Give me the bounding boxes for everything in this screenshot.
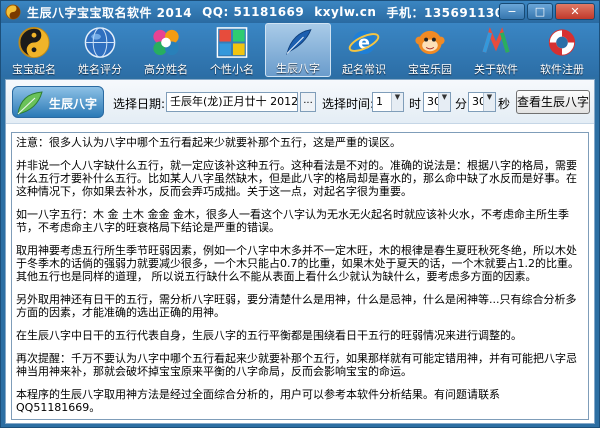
bazi-panel: 生辰八字 选择日期: 壬辰年(龙)正月廿十 2012-2-11 ... 选择时间… <box>5 79 595 424</box>
tool-nickname[interactable]: 个性小名 <box>199 23 265 77</box>
result-paragraph: 本程序的生辰八字取用神方法是经过全面综合分析的，用户可以参考本软件分析结果。有问… <box>16 388 500 414</box>
tool-baby-park[interactable]: 宝宝乐园 <box>397 23 463 77</box>
title-site: kxylw.cn <box>314 5 377 19</box>
tool-label: 姓名评分 <box>78 63 122 76</box>
section-badge: 生辰八字 <box>12 86 104 118</box>
ie-icon: e <box>348 30 380 55</box>
date-label: 选择日期: <box>113 97 166 111</box>
date-picker-button[interactable]: ... <box>300 92 316 112</box>
tool-label: 宝宝起名 <box>12 63 56 76</box>
title-qq: QQ: 51181669 <box>202 5 305 19</box>
view-bazi-button[interactable]: 查看生辰八字 <box>516 90 590 114</box>
tool-label: 关于软件 <box>474 63 518 76</box>
hour-value: 1 <box>376 95 383 108</box>
window-controls: − □ ✕ <box>497 3 595 20</box>
yin-yang-icon <box>18 26 50 59</box>
lifebuoy-icon <box>548 29 576 56</box>
leaf-icon <box>17 91 43 115</box>
tool-label: 高分姓名 <box>144 63 188 76</box>
monkey-icon <box>415 30 445 55</box>
result-paragraph: 另外取用神还有日干的五行，需分析八字旺弱，要分清楚什么是用神，什么是忌神，什么是… <box>16 293 577 319</box>
feather-icon <box>286 29 312 55</box>
close-button[interactable]: ✕ <box>555 3 595 20</box>
tool-label: 生辰八字 <box>276 62 320 75</box>
chevron-down-icon[interactable]: ▼ <box>438 93 450 111</box>
second-select[interactable]: 30 ▼ <box>468 92 496 112</box>
chevron-down-icon[interactable]: ▼ <box>391 93 403 111</box>
section-title: 生辰八字 <box>49 97 98 111</box>
second-unit: 秒 <box>498 97 511 111</box>
main-toolbar: 宝宝起名 姓名评分 高分姓名 个性小名 生辰八字 e 起名常识 宝宝乐园 关于软 <box>1 23 599 77</box>
windows-icon <box>216 27 248 58</box>
result-paragraph: 在生辰八字中日干的五行代表自身，生辰八字的五行平衡都是围绕看日干五行的旺弱情况来… <box>16 329 522 342</box>
tool-register[interactable]: 软件注册 <box>529 23 595 77</box>
tool-label: 宝宝乐园 <box>408 63 452 76</box>
flower-icon <box>153 29 179 56</box>
result-paragraph: 并非说一个人八字缺什么五行，就一定应该补这种五行。这种看法是不对的。准确的说法是… <box>16 159 577 198</box>
msn-icon <box>482 27 510 53</box>
date-field[interactable]: 壬辰年(龙)正月廿十 2012-2-11 <box>166 92 298 112</box>
control-bar: 生辰八字 选择日期: 壬辰年(龙)正月廿十 2012-2-11 ... 选择时间… <box>6 80 594 124</box>
title-bar[interactable]: 生辰八字宝宝取名软件 2014 QQ: 51181669 kxylw.cn 手机… <box>1 1 599 23</box>
result-paragraph: 注意：很多人认为八字中哪个五行看起来少就要补那个五行，这是严重的误区。 <box>16 136 401 149</box>
tool-name-score[interactable]: 姓名评分 <box>67 23 133 77</box>
app-logo-icon <box>5 4 21 20</box>
tool-naming-knowledge[interactable]: e 起名常识 <box>331 23 397 77</box>
tool-about[interactable]: 关于软件 <box>463 23 529 77</box>
minimize-button[interactable]: − <box>499 3 525 20</box>
time-label: 选择时间: <box>322 97 375 111</box>
globe-icon <box>84 27 116 58</box>
tool-high-score-names[interactable]: 高分姓名 <box>133 23 199 77</box>
hour-unit: 时 <box>409 97 422 111</box>
maximize-button[interactable]: □ <box>527 3 553 20</box>
tool-label: 软件注册 <box>540 63 584 76</box>
tool-bazi[interactable]: 生辰八字 <box>265 23 331 77</box>
result-paragraph: 取用神要考虑五行所生季节旺弱因素，例如一个八字中木多并不一定木旺，木的根律是春生… <box>16 244 579 283</box>
tool-baby-naming[interactable]: 宝宝起名 <box>1 23 67 77</box>
result-paragraph: 再次提醒：千万不要认为八字中哪个五行看起来少就要补那个五行，如果那样就有可能定错… <box>16 352 577 378</box>
chevron-down-icon[interactable]: ▼ <box>483 93 495 111</box>
result-paragraph: 如一八字五行：木 金 土木 金金 金木，很多人一看这个八字认为无水无火起名时就应… <box>16 208 569 234</box>
tool-label: 个性小名 <box>210 63 254 76</box>
minute-unit: 分 <box>455 97 468 111</box>
hour-select[interactable]: 1 ▼ <box>372 92 404 112</box>
app-window: 生辰八字宝宝取名软件 2014 QQ: 51181669 kxylw.cn 手机… <box>0 0 600 428</box>
result-textarea[interactable]: 注意：很多人认为八字中哪个五行看起来少就要补那个五行，这是严重的误区。并非说一个… <box>11 132 589 420</box>
tool-label: 起名常识 <box>342 63 386 76</box>
minute-select[interactable]: 30 ▼ <box>423 92 451 112</box>
window-title: 生辰八字宝宝取名软件 2014 <box>27 5 193 20</box>
